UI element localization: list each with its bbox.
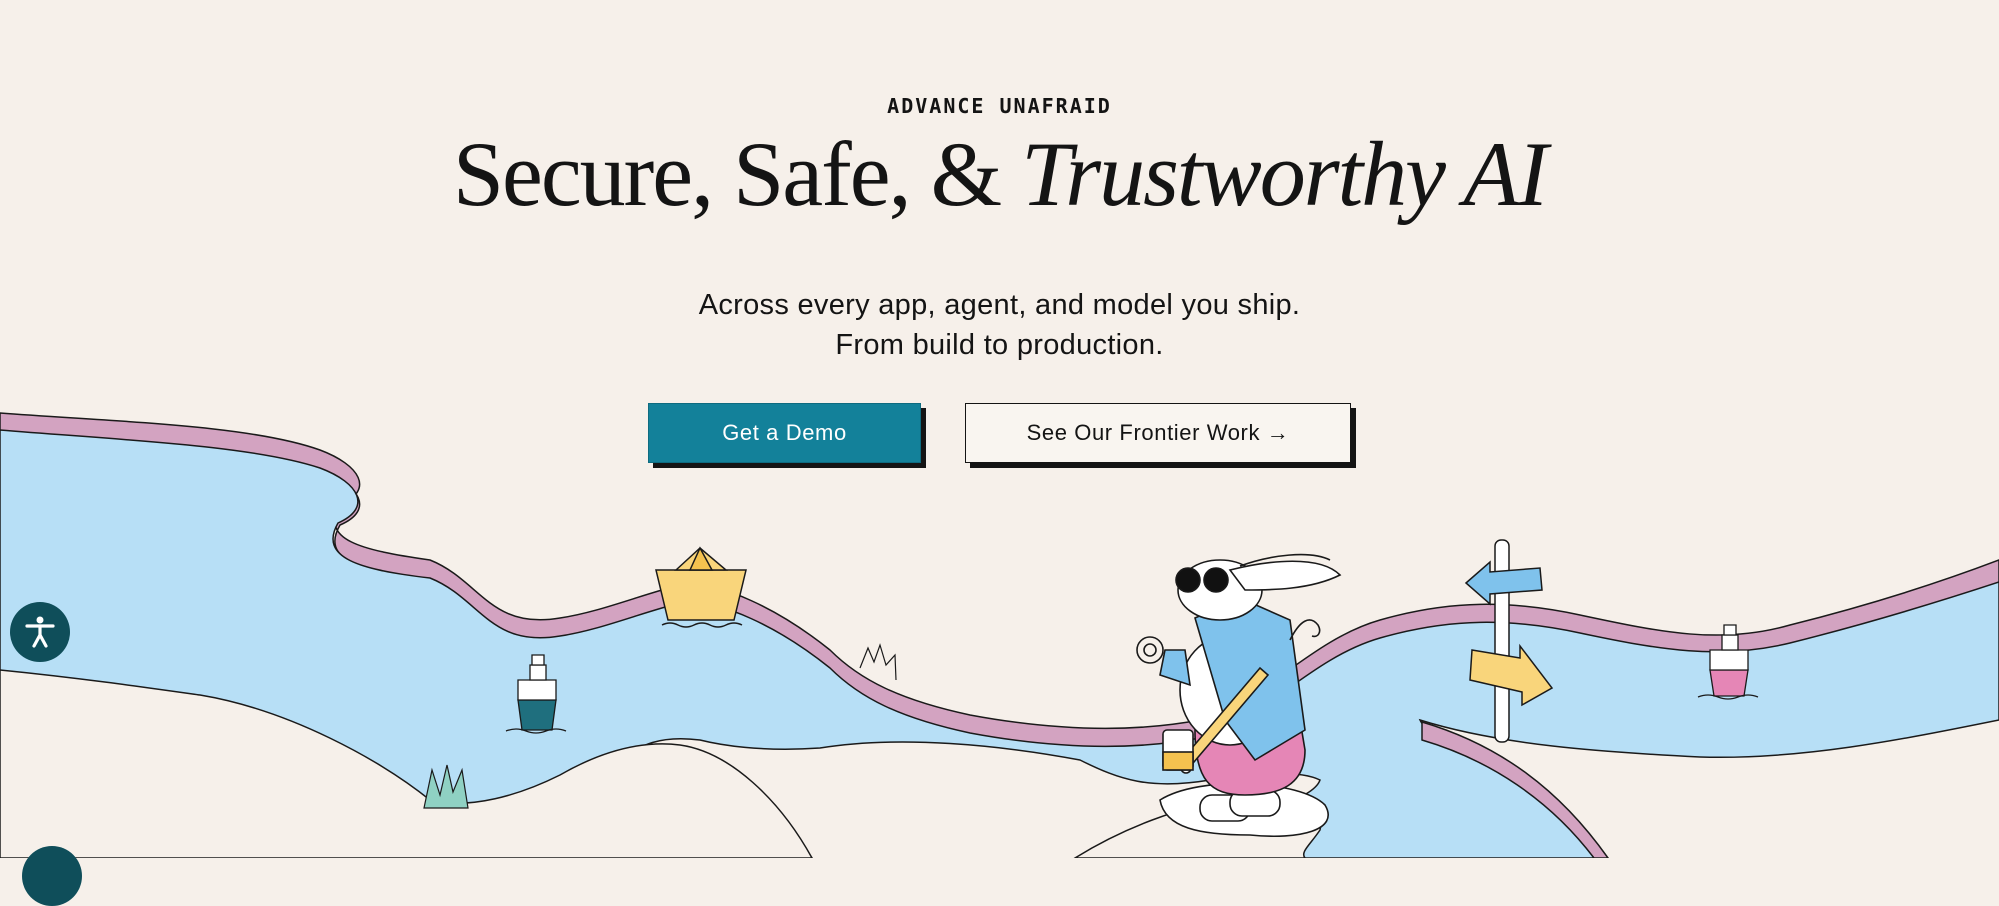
hero-subtitle: Across every app, agent, and model you s…	[0, 285, 1999, 365]
grass-tuft-river	[859, 643, 897, 681]
get-demo-button[interactable]: Get a Demo	[648, 403, 921, 463]
title-italic: Trustworthy AI	[1021, 123, 1548, 225]
accessibility-person-icon	[25, 616, 55, 648]
chat-bubble-icon[interactable]	[22, 846, 82, 906]
frontier-work-button[interactable]: See Our Frontier Work →	[965, 403, 1351, 463]
subtitle-line-2: From build to production.	[835, 329, 1164, 361]
title-regular: Secure, Safe, &	[452, 123, 1022, 225]
page-title: Secure, Safe, & Trustworthy AI	[0, 128, 1999, 220]
accessibility-button[interactable]	[10, 602, 70, 662]
subtitle-line-1: Across every app, agent, and model you s…	[698, 289, 1301, 321]
paper-boat	[655, 546, 747, 628]
eyebrow-label: ADVANCE UNAFRAID	[887, 94, 1112, 118]
